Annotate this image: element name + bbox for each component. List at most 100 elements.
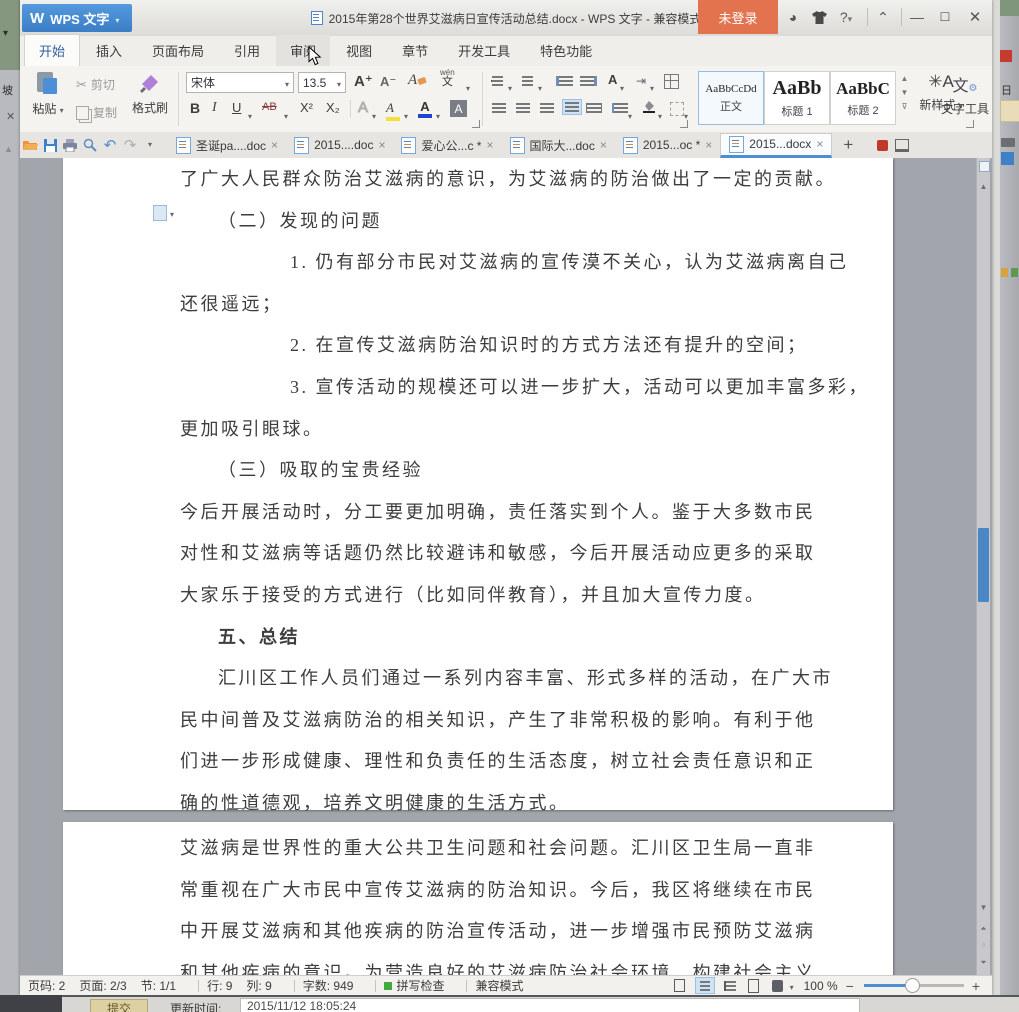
save-button[interactable] [40, 135, 60, 155]
zoom-in-icon[interactable]: + [972, 978, 980, 994]
borders-button[interactable] [670, 102, 684, 116]
app-menu-button[interactable]: W WPS 文字 [22, 4, 132, 32]
shrink-font-button[interactable]: A⁻ [380, 74, 396, 90]
tab-developer[interactable]: 开发工具 [444, 35, 524, 66]
style-heading2[interactable]: AaBbC 标题 2 [830, 71, 896, 125]
chevron-down-icon[interactable] [372, 106, 376, 124]
scroll-down-icon[interactable]: ▼ [977, 903, 990, 912]
paragraph-dialog-launcher-icon[interactable] [680, 120, 688, 128]
doc-tab-6-active[interactable]: 2015...docx [720, 132, 833, 158]
numbering-button[interactable] [522, 76, 533, 86]
cut-button[interactable]: ✂ 剪切 [76, 76, 115, 93]
close-tab-icon[interactable] [378, 138, 385, 152]
minimize-button[interactable]: — [904, 0, 930, 34]
distribute-button[interactable] [586, 103, 602, 113]
styles-scroll-controls[interactable]: ▲ ▼ ⊽ [898, 72, 911, 114]
document-area[interactable]: 了广大人民群众防治艾滋病的意识，为艾滋病的防治做出了一定的贡献。 （二）发现的问… [20, 158, 992, 975]
chevron-down-icon[interactable] [620, 78, 624, 96]
font-dialog-launcher-icon[interactable] [472, 120, 480, 128]
page-view-icon[interactable] [694, 977, 715, 994]
grow-font-button[interactable]: A⁺ [354, 72, 373, 90]
font-size-select[interactable]: 13.5 [298, 72, 346, 93]
font-color-button[interactable]: A [418, 99, 432, 118]
chevron-down-icon[interactable] [508, 78, 512, 96]
login-button[interactable]: 未登录 [698, 0, 778, 34]
paste-button[interactable]: 粘贴 [28, 72, 68, 126]
chevron-down-icon[interactable] [658, 106, 662, 124]
chevron-down-icon[interactable] [628, 106, 632, 124]
decrease-indent-button[interactable] [556, 76, 573, 86]
line-spacing-button[interactable] [612, 103, 628, 113]
maximize-button[interactable]: ☐ [932, 0, 958, 34]
style-heading1[interactable]: AaBb 标题 1 [764, 71, 830, 125]
char-scale-button[interactable]: A [608, 72, 617, 87]
close-button[interactable]: ✕ [962, 0, 988, 34]
zoom-level[interactable]: 100 % [804, 979, 838, 993]
italic-button[interactable]: I [212, 100, 217, 116]
print-preview-button[interactable] [80, 135, 100, 155]
styles-dialog-launcher-icon[interactable] [966, 120, 974, 128]
asian-layout-button[interactable]: ⇥ [636, 74, 646, 88]
zoom-slider-knob[interactable] [904, 978, 920, 993]
reading-layout-icon[interactable] [979, 161, 990, 172]
tab-view[interactable]: 视图 [332, 35, 386, 66]
redo-button[interactable]: ↷ [120, 135, 140, 155]
margin-options-button[interactable] [153, 204, 174, 222]
chevron-down-icon[interactable] [466, 78, 470, 96]
close-tab-icon[interactable] [600, 138, 607, 152]
help-button[interactable]: ? [830, 0, 862, 34]
undo-button[interactable]: ↶ [100, 135, 120, 155]
switch-window-icon[interactable] [892, 135, 912, 155]
spellcheck-status[interactable]: 拼写检查 [384, 977, 444, 994]
doc-protect-icon[interactable] [745, 978, 763, 993]
chevron-down-icon[interactable] [790, 979, 794, 993]
char-shading-button[interactable]: A [450, 100, 467, 117]
text-effects-button[interactable]: A [357, 99, 368, 117]
eye-protection-icon[interactable] [769, 978, 787, 993]
zoom-out-icon[interactable]: − [846, 978, 854, 994]
bullets-button[interactable] [492, 76, 503, 86]
chevron-down-icon[interactable] [248, 106, 252, 124]
vertical-scrollbar[interactable]: ▲ ▼ ⏶ ○ ⏷ [976, 158, 990, 975]
doc-tab-1[interactable]: 圣诞pa....doc [168, 133, 286, 158]
strikethrough-button[interactable]: AB [262, 101, 277, 113]
close-tab-icon[interactable] [705, 138, 712, 152]
close-tab-icon[interactable] [271, 138, 278, 152]
new-tab-button[interactable]: + [838, 135, 858, 155]
scroll-up-icon[interactable]: ▲ [977, 182, 990, 191]
doc-tab-4[interactable]: 国际大...doc [502, 133, 615, 158]
superscript-button[interactable]: X² [300, 100, 313, 115]
collapse-ribbon-icon[interactable]: ⌃ [870, 0, 896, 34]
chevron-down-icon[interactable] [436, 106, 440, 124]
close-tab-icon[interactable] [816, 137, 823, 151]
subscript-button[interactable]: X₂ [326, 100, 340, 115]
previous-page-icon[interactable]: ⏶ [977, 924, 990, 934]
tab-page-layout[interactable]: 页面布局 [138, 35, 218, 66]
doc-tab-5[interactable]: 2015...oc * [615, 133, 720, 158]
next-page-icon[interactable]: ⏷ [977, 958, 990, 968]
align-center-button[interactable] [516, 103, 530, 113]
justify-button[interactable] [562, 99, 582, 115]
tab-insert[interactable]: 插入 [82, 35, 136, 66]
submit-button-fragment[interactable]: 提交 [90, 999, 148, 1012]
outline-view-icon[interactable] [721, 978, 739, 993]
select-browse-object-icon[interactable]: ○ [977, 942, 990, 949]
tab-special-features[interactable]: 特色功能 [526, 35, 606, 66]
pinyin-guide-button[interactable]: wén 文 [440, 69, 455, 88]
highlight-color-button[interactable]: A [386, 99, 400, 121]
doc-tab-3[interactable]: 爱心公...c * [393, 133, 501, 158]
format-painter-button[interactable]: 格式刷 [128, 72, 172, 116]
update-icon[interactable]: ◕ [780, 0, 806, 34]
font-name-select[interactable]: 宋体 [186, 72, 294, 93]
page-2[interactable]: 艾滋病是世界性的重大公共卫生问题和社会问题。汇川区卫生局一直非 常重视在广大市民… [63, 822, 893, 975]
status-word-count[interactable]: 字数: 949 [303, 977, 354, 994]
print-button[interactable] [60, 135, 80, 155]
underline-button[interactable]: U [232, 100, 241, 115]
tab-home[interactable]: 开始 [24, 34, 81, 66]
fullscreen-view-icon[interactable] [671, 978, 689, 993]
doc-tab-2[interactable]: 2015....doc [286, 133, 393, 158]
bold-button[interactable]: B [190, 100, 200, 116]
chevron-down-icon[interactable] [140, 135, 160, 155]
align-left-button[interactable] [492, 103, 506, 113]
page-1[interactable]: 了广大人民群众防治艾滋病的意识，为艾滋病的防治做出了一定的贡献。 （二）发现的问… [63, 158, 893, 813]
